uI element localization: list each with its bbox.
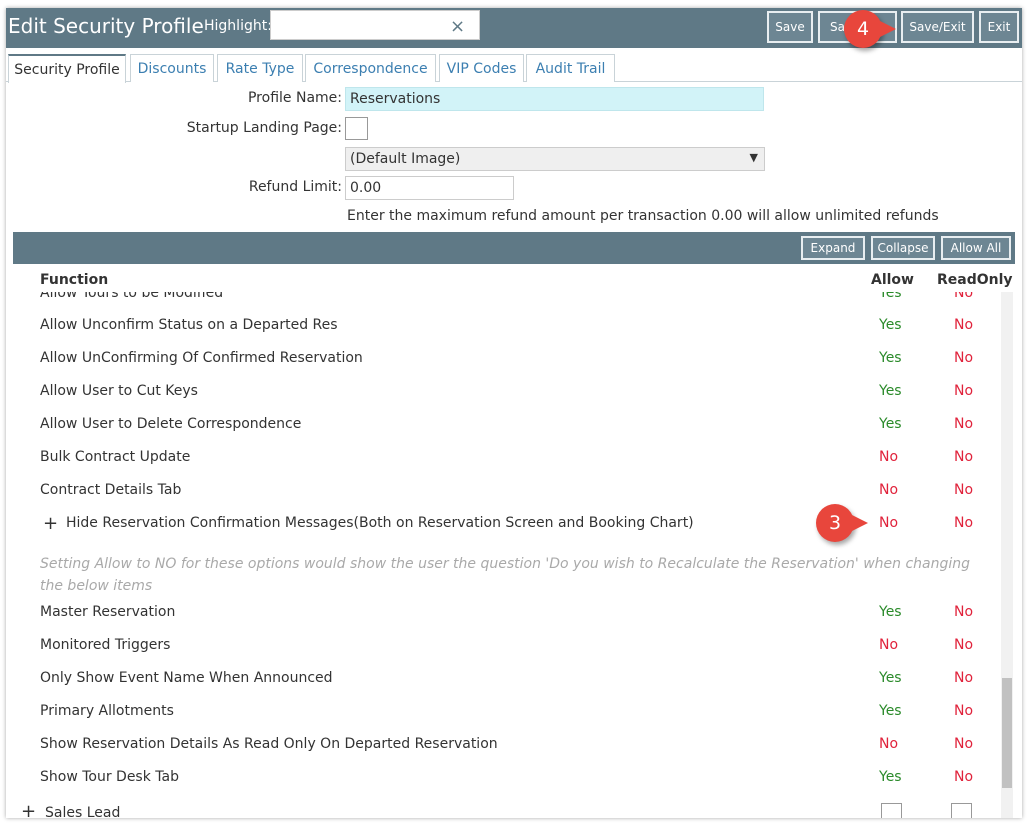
refund-hint: Enter the maximum refund amount per tran… xyxy=(347,208,939,224)
expand-icon[interactable]: + xyxy=(43,513,58,534)
table-row: Primary Allotments Yes No xyxy=(13,695,1003,728)
allow-toggle[interactable]: Yes xyxy=(879,769,902,785)
allow-column-header: Allow xyxy=(871,272,914,288)
function-name: Hide Reservation Confirmation Messages(B… xyxy=(66,515,694,531)
readonly-toggle[interactable]: No xyxy=(954,416,973,432)
function-name: Allow Unconfirm Status on a Departed Res xyxy=(40,317,338,333)
chevron-down-icon: ▼ xyxy=(749,151,758,164)
function-name: Allow UnConfirming Of Confirmed Reservat… xyxy=(40,350,363,366)
tab-security-profile[interactable]: Security Profile xyxy=(8,54,126,83)
allow-all-button[interactable]: Allow All xyxy=(941,236,1011,260)
tab-correspondence[interactable]: Correspondence xyxy=(305,54,436,82)
readonly-toggle[interactable]: No xyxy=(954,637,973,653)
function-name: Contract Details Tab xyxy=(40,482,182,498)
table-row: Show Tour Desk Tab Yes No xyxy=(13,761,1003,794)
table-row: Allow Tours to be Modified Yes No xyxy=(13,292,1003,310)
function-name: Allow Tours to be Modified xyxy=(40,292,224,301)
allow-toggle[interactable]: Yes xyxy=(879,383,902,399)
readonly-toggle[interactable]: No xyxy=(954,703,973,719)
refund-limit-input[interactable]: 0.00 xyxy=(345,176,514,200)
function-name: Primary Allotments xyxy=(40,703,174,719)
allow-toggle[interactable]: No xyxy=(879,515,898,531)
table-row: Bulk Contract Update No No xyxy=(13,441,1003,474)
readonly-toggle[interactable]: No xyxy=(954,604,973,620)
security-profile-window: Edit Security Profile Highlight: × Save … xyxy=(6,8,1022,818)
function-name: Sales Lead xyxy=(45,805,121,818)
image-select-value: (Default Image) xyxy=(350,151,461,167)
readonly-toggle[interactable]: No xyxy=(954,769,973,785)
readonly-toggle[interactable]: No xyxy=(954,383,973,399)
readonly-toggle[interactable]: No xyxy=(954,515,973,531)
table-row: Show Reservation Details As Read Only On… xyxy=(13,728,1003,761)
tab-vip-codes[interactable]: VIP Codes xyxy=(439,54,524,82)
readonly-toggle[interactable]: No xyxy=(954,736,973,752)
allow-toggle[interactable]: Yes xyxy=(879,604,902,620)
table-row: Only Show Event Name When Announced Yes … xyxy=(13,662,1003,695)
function-name: Master Reservation xyxy=(40,604,176,620)
readonly-toggle[interactable]: No xyxy=(954,670,973,686)
function-column-header: Function xyxy=(40,272,109,288)
readonly-checkbox[interactable] xyxy=(951,803,972,818)
startup-landing-checkbox[interactable] xyxy=(345,117,368,140)
table-row: Allow User to Delete Correspondence Yes … xyxy=(13,408,1003,441)
exit-button[interactable]: Exit xyxy=(979,11,1019,43)
readonly-toggle[interactable]: No xyxy=(954,482,973,498)
scrollbar-thumb[interactable] xyxy=(1002,678,1012,788)
profile-name-label: Profile Name: xyxy=(247,90,342,106)
table-row: Allow User to Cut Keys Yes No xyxy=(13,375,1003,408)
allow-toggle[interactable]: No xyxy=(879,637,898,653)
table-row: Monitored Triggers No No xyxy=(13,629,1003,662)
grid-toolbar: Expand Collapse Allow All xyxy=(13,232,1015,264)
readonly-toggle[interactable]: No xyxy=(954,350,973,366)
expand-button[interactable]: Expand xyxy=(801,236,865,260)
table-row: Master Reservation Yes No xyxy=(13,596,1003,629)
allow-toggle[interactable]: Yes xyxy=(879,317,902,333)
readonly-toggle[interactable]: No xyxy=(954,292,973,301)
function-name: Show Tour Desk Tab xyxy=(40,769,179,785)
page-title: Edit Security Profile xyxy=(8,14,204,38)
function-name: Allow User to Cut Keys xyxy=(40,383,198,399)
allow-toggle[interactable]: Yes xyxy=(879,350,902,366)
allow-toggle[interactable]: Yes xyxy=(879,670,902,686)
tab-discounts[interactable]: Discounts xyxy=(130,54,214,82)
expand-icon[interactable]: + xyxy=(21,801,36,818)
table-row-group: + Sales Lead xyxy=(13,795,1003,818)
save-exit-button[interactable]: Save/Exit xyxy=(901,11,974,43)
allow-toggle[interactable]: No xyxy=(879,736,898,752)
group-note: Setting Allow to NO for these options wo… xyxy=(40,556,971,594)
profile-name-input[interactable]: Reservations xyxy=(345,87,764,111)
function-name: Only Show Event Name When Announced xyxy=(40,670,333,686)
highlight-input[interactable] xyxy=(270,10,480,40)
function-name: Allow User to Delete Correspondence xyxy=(40,416,302,432)
readonly-toggle[interactable]: No xyxy=(954,449,973,465)
readonly-column-header: ReadOnly xyxy=(937,272,1013,288)
refund-limit-label: Refund Limit: xyxy=(248,179,342,195)
readonly-toggle[interactable]: No xyxy=(954,317,973,333)
table-row: Contract Details Tab No No xyxy=(13,474,1003,507)
function-list: Allow Tours to be Modified Yes No Allow … xyxy=(13,292,1015,818)
image-select[interactable]: (Default Image) ▼ xyxy=(345,147,765,171)
tab-bar: Security Profile Discounts Rate Type Cor… xyxy=(6,54,1022,83)
startup-landing-label: Startup Landing Page: xyxy=(186,120,342,136)
allow-toggle[interactable]: Yes xyxy=(879,416,902,432)
tab-rate-type[interactable]: Rate Type xyxy=(217,54,303,82)
allow-toggle[interactable]: Yes xyxy=(879,292,902,301)
callout-4: 4 xyxy=(844,10,896,48)
function-name: Show Reservation Details As Read Only On… xyxy=(40,736,498,752)
function-name: Monitored Triggers xyxy=(40,637,171,653)
highlight-label: Highlight: xyxy=(204,18,272,34)
allow-toggle[interactable]: Yes xyxy=(879,703,902,719)
table-row: Allow UnConfirming Of Confirmed Reservat… xyxy=(13,342,1003,375)
clear-icon[interactable]: × xyxy=(450,16,465,37)
allow-toggle[interactable]: No xyxy=(879,449,898,465)
scrollbar[interactable] xyxy=(1001,292,1013,818)
allow-toggle[interactable]: No xyxy=(879,482,898,498)
allow-checkbox[interactable] xyxy=(881,803,902,818)
callout-3: 3 xyxy=(816,504,868,542)
tab-audit-trail[interactable]: Audit Trail xyxy=(526,54,615,82)
save-button[interactable]: Save xyxy=(767,11,813,43)
collapse-button[interactable]: Collapse xyxy=(871,236,935,260)
table-row: Allow Unconfirm Status on a Departed Res… xyxy=(13,309,1003,342)
function-name: Bulk Contract Update xyxy=(40,449,191,465)
